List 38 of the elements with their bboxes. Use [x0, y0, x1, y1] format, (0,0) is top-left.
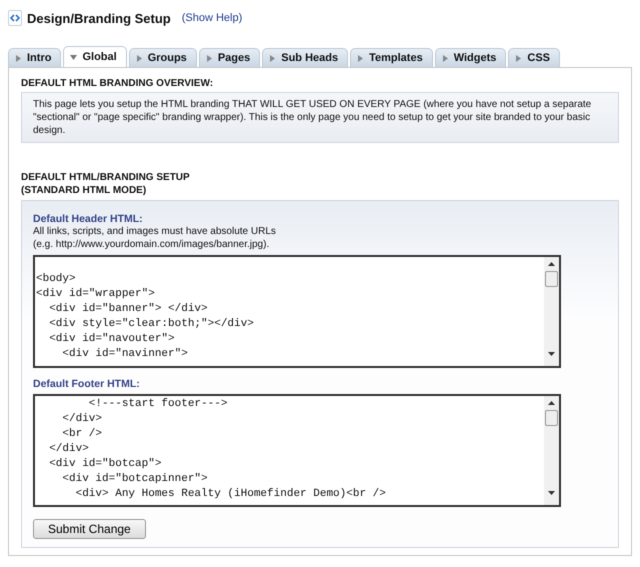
- caret-icon: [206, 54, 213, 62]
- field-label: Default Header HTML:: [33, 213, 144, 225]
- section-heading: (STANDARD HTML MODE): [21, 184, 148, 197]
- field-note: All links, scripts, and images must have absolute URLs: [33, 225, 277, 238]
- tab[interactable]: Global: [63, 46, 127, 67]
- caret-icon: [515, 54, 522, 62]
- caret-icon: [15, 54, 22, 62]
- scroll-up-icon[interactable]: [548, 401, 555, 405]
- caret-icon: [136, 54, 143, 62]
- tab[interactable]: Pages: [198, 48, 260, 67]
- tab[interactable]: Intro: [8, 48, 62, 67]
- tab[interactable]: Sub Heads: [262, 48, 348, 67]
- tab[interactable]: Templates: [350, 48, 433, 67]
- caret-icon: [357, 54, 364, 62]
- scrollbar-thumb[interactable]: [545, 410, 558, 426]
- submit-button[interactable]: Submit Change: [33, 519, 146, 539]
- scrollbar[interactable]: [544, 257, 559, 366]
- scroll-down-icon[interactable]: [548, 352, 555, 356]
- field-label: Default Footer HTML:: [33, 378, 141, 390]
- scrollbar-thumb[interactable]: [545, 271, 558, 287]
- caret-icon: [442, 54, 449, 62]
- tab[interactable]: CSS: [508, 48, 560, 67]
- footer-html-field[interactable]: <!---start footer---> </div> <br /> </div> <div id="botcap"> <div id="botcapinner"> <div> Any Homes Realty (iHomefinder Demo)<br />: [33, 394, 561, 507]
- section-heading: DEFAULT HTML BRANDING OVERVIEW:: [21, 78, 214, 89]
- tab[interactable]: Groups: [128, 48, 197, 67]
- section-heading: DEFAULT HTML/BRANDING SETUP: [21, 171, 191, 184]
- overview-text: This page lets you setup the HTML branding THAT WILL GET USED ON EVERY PAGE (where you have not setup a separate "sectional" or "page specific" branding wrapper). This is the only page you need to setup to get your site branded to your basic design.: [21, 92, 619, 143]
- scrollbar[interactable]: [544, 396, 559, 505]
- caret-icon: [269, 54, 276, 62]
- scroll-down-icon[interactable]: [548, 491, 555, 495]
- show-help-link[interactable]: (Show Help): [182, 12, 242, 24]
- header-html-field[interactable]: <body> <div id="wrapper"> <div id="banner"> </div> <div style="clear:both;"></div> <div id="navouter"> <div id="navinner">: [33, 255, 561, 368]
- page-title: Design/Branding Setup: [27, 10, 171, 26]
- caret-icon: [70, 54, 78, 60]
- tab[interactable]: Widgets: [434, 48, 506, 67]
- field-note: (e.g. http://www.yourdomain.com/images/banner.jpg).: [33, 238, 270, 251]
- scroll-up-icon[interactable]: [548, 262, 555, 266]
- code-icon: [8, 10, 22, 26]
